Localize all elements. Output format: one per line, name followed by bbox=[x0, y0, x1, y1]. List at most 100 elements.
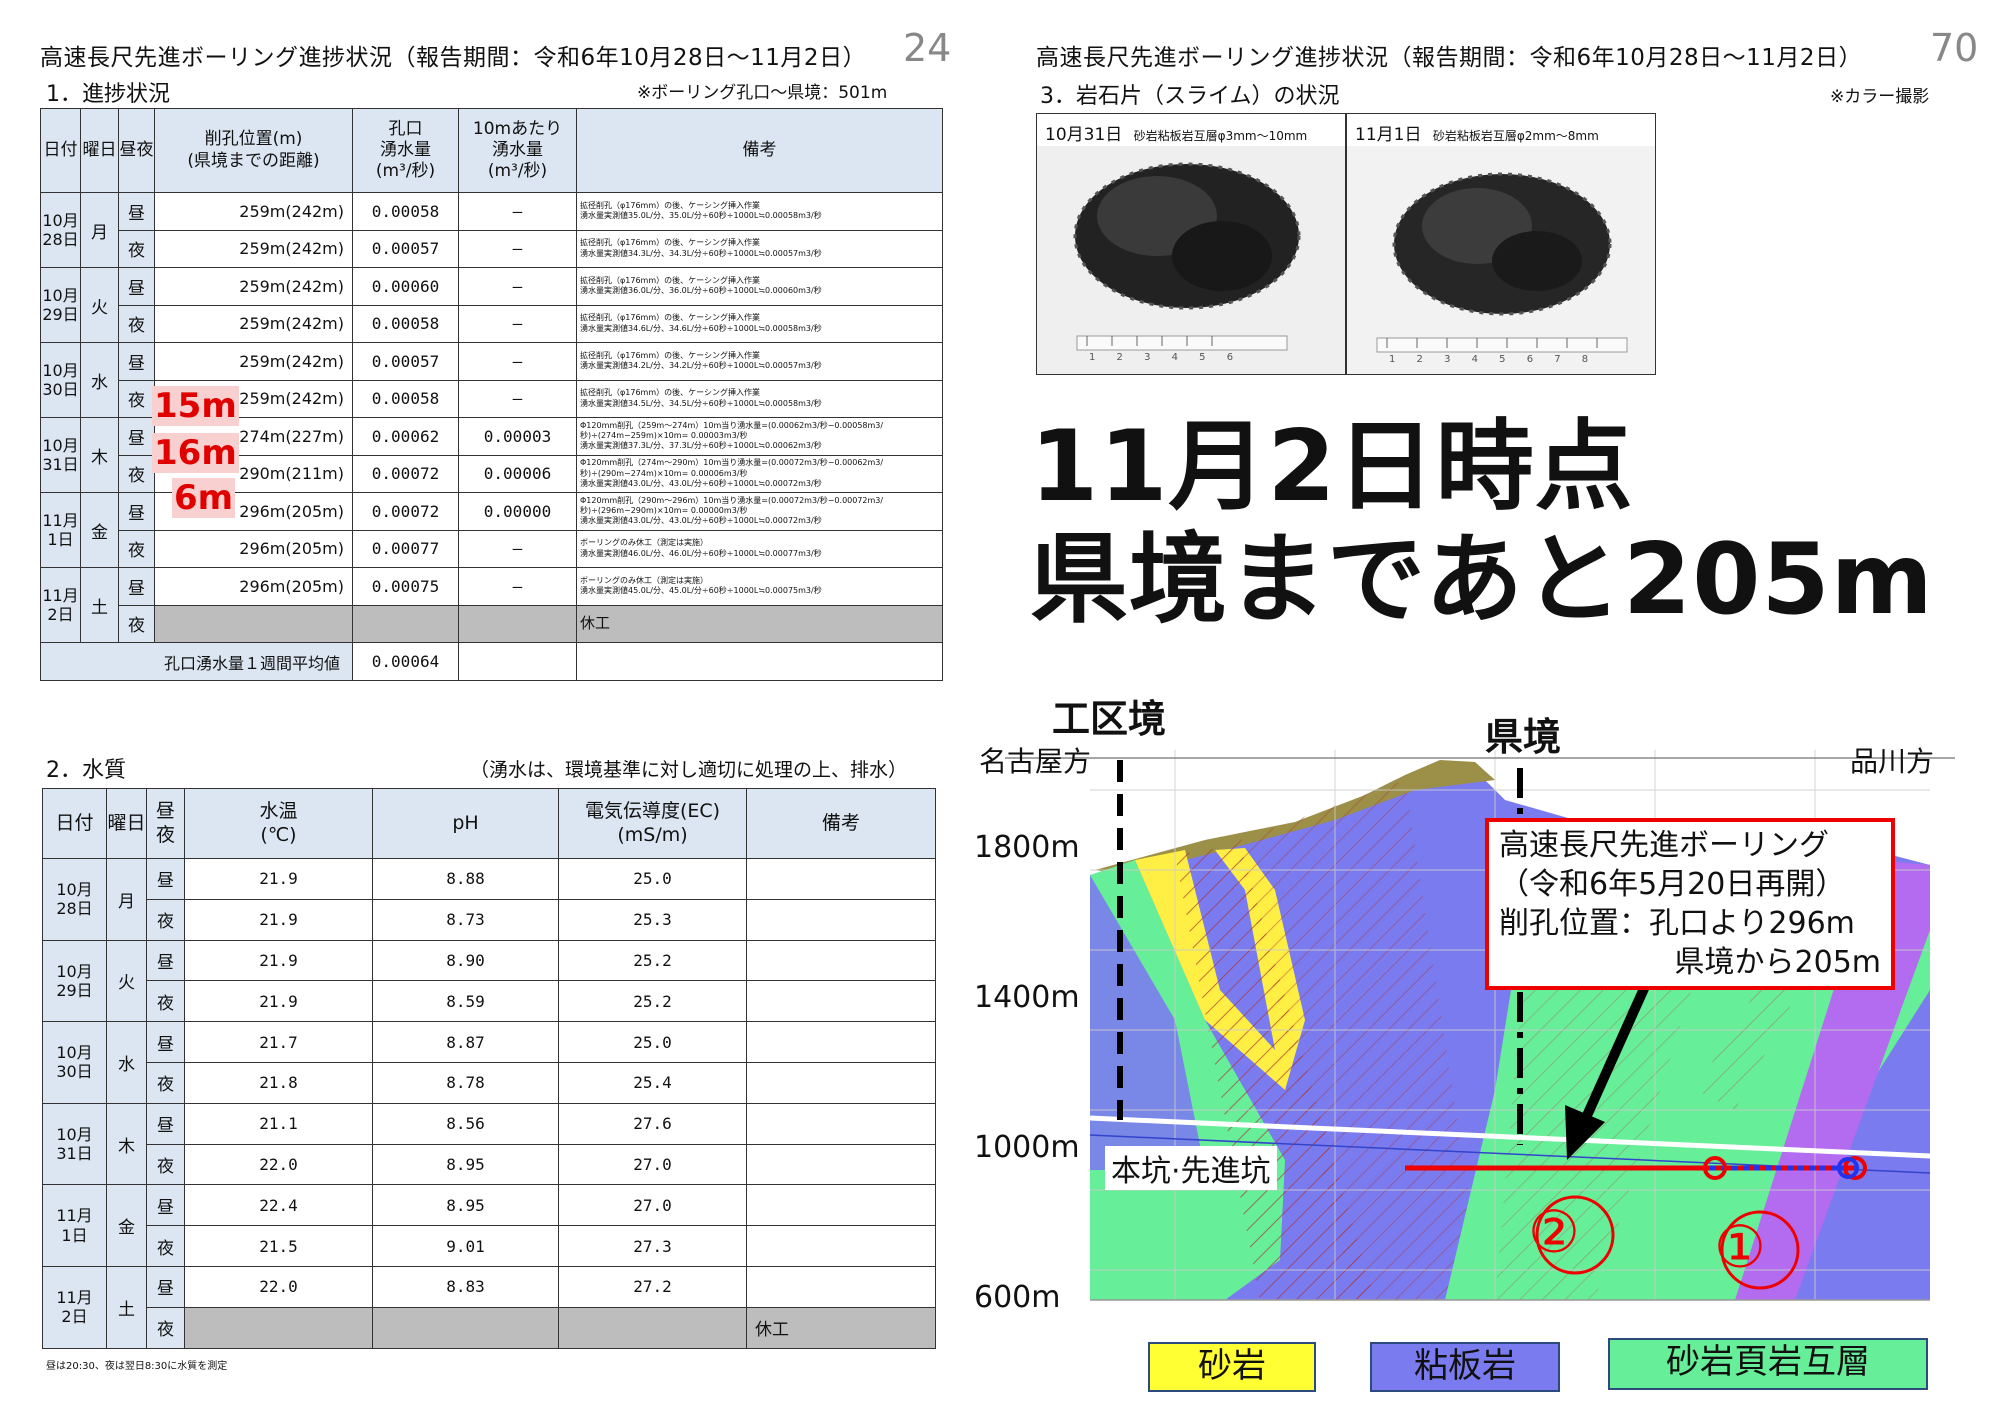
water-ph: 8.59 bbox=[372, 980, 559, 1023]
progress-date: 10月 28日 bbox=[40, 192, 81, 268]
water-dow: 木 bbox=[106, 1102, 147, 1186]
water-remark: 休工 bbox=[746, 1306, 936, 1349]
water-row: 夜 21.9 8.59 25.2 bbox=[43, 980, 936, 1023]
water-ec: 25.2 bbox=[558, 980, 747, 1023]
water-temp: 22.4 bbox=[184, 1184, 373, 1227]
progress-flow: 0.00057 bbox=[352, 229, 459, 268]
water-dow: 火 bbox=[106, 939, 147, 1023]
water-shift: 夜 bbox=[146, 980, 185, 1023]
water-ph: 8.88 bbox=[372, 858, 559, 900]
progress-dow: 土 bbox=[80, 567, 119, 643]
water-remark bbox=[746, 980, 936, 1023]
progress-row: 10月 28日月昼 259m(242m) 0.00058 ― 拡径削孔（φ176mm）の… bbox=[40, 192, 943, 268]
progress-date: 10月 30日 bbox=[40, 342, 81, 418]
progress-row: 夜 296m(205m) 0.00077 ― ボーリングのみ休工（測定は実施） 湧水量実… bbox=[41, 529, 943, 568]
progress-per10m: ― bbox=[458, 304, 577, 343]
progress-remark: 拡径削孔（φ176mm）の後、ケーシング挿入作業 湧水量実測値34.6L/分、3… bbox=[576, 304, 943, 343]
right-page-number: 70 bbox=[1930, 26, 1979, 70]
progress-flow: 0.00062 bbox=[352, 417, 459, 456]
elevation-1400: 1400m bbox=[974, 980, 1080, 1015]
geology-cross-section bbox=[1005, 750, 1955, 1301]
section2-title: 2．水質 bbox=[46, 758, 126, 783]
water-remark bbox=[746, 1143, 936, 1186]
progress-header-0: 日付 bbox=[40, 108, 81, 193]
water-ec: 27.0 bbox=[558, 1143, 747, 1186]
progress-remark: ボーリングのみ休工（測定は実施） 湧水量実測値46.0L/分、46.0L/分÷6… bbox=[576, 529, 943, 568]
water-ec: 25.0 bbox=[558, 1021, 747, 1063]
progress-header-3: 削孔位置(m) (県境までの距離) bbox=[154, 108, 353, 193]
water-header-4: pH bbox=[372, 788, 559, 859]
photo-1-scale: 1 2 3 4 5 6 bbox=[1089, 352, 1234, 363]
water-ph: 8.83 bbox=[372, 1265, 559, 1308]
progress-position: 259m(242m) bbox=[154, 192, 353, 231]
water-shift: 昼 bbox=[146, 858, 185, 900]
progress-shift: 夜 bbox=[118, 229, 155, 268]
water-ec: 27.0 bbox=[558, 1184, 747, 1227]
progress-shift: 夜 bbox=[118, 529, 155, 568]
water-row: 10月 29日火昼 21.9 8.90 25.2 bbox=[42, 939, 936, 1023]
progress-remark: 拡径削孔（φ176mm）の後、ケーシング挿入作業 湧水量実測値34.2L/分、3… bbox=[576, 342, 943, 381]
photo-2-desc: 砂岩粘板岩互層φ2mm〜8mm bbox=[1432, 129, 1599, 143]
progress-position: 259m(242m) bbox=[154, 342, 353, 381]
progress-row: 11月 2日土昼 296m(205m) 0.00075 ― ボーリングのみ休工（測定は実… bbox=[40, 567, 943, 643]
progress-position: 296m(205m) bbox=[154, 567, 353, 606]
water-header-1: 曜日 bbox=[106, 788, 147, 859]
progress-flow: 0.00058 bbox=[352, 379, 459, 418]
photo-1-image: 1 2 3 4 5 6 bbox=[1037, 146, 1345, 374]
water-remark bbox=[746, 939, 936, 982]
water-shift: 夜 bbox=[146, 898, 185, 941]
water-remark bbox=[746, 898, 936, 941]
progress-dow: 月 bbox=[80, 192, 119, 268]
progress-per10m: ― bbox=[458, 267, 577, 306]
water-dow: 金 bbox=[106, 1184, 147, 1267]
water-shift: 夜 bbox=[146, 1061, 185, 1104]
progress-date: 11月 2日 bbox=[40, 567, 81, 643]
water-shift: 夜 bbox=[146, 1225, 185, 1267]
progress-flow: 0.00072 bbox=[352, 492, 459, 531]
progress-flow: 0.00058 bbox=[352, 192, 459, 231]
water-footnote: 昼は20:30、夜は翌日8:30に水質を測定 bbox=[46, 1361, 228, 1372]
headline-remaining: 県境まであと205m bbox=[1030, 523, 1934, 637]
photo-1-date: 10月31日 bbox=[1045, 125, 1123, 145]
water-temp: 21.5 bbox=[184, 1225, 373, 1267]
water-temp: 21.1 bbox=[184, 1102, 373, 1145]
water-ph: 8.73 bbox=[372, 898, 559, 941]
progress-remark: Φ120mm削孔（259m〜274m）10m当り湧水量=(0.00062m3/秒… bbox=[576, 417, 943, 456]
water-dow: 土 bbox=[106, 1265, 147, 1349]
water-temp: 21.8 bbox=[184, 1061, 373, 1104]
water-ec: 25.4 bbox=[558, 1061, 747, 1104]
water-temp: 22.0 bbox=[184, 1265, 373, 1308]
progress-date: 10月 29日 bbox=[40, 267, 81, 343]
water-temp: 21.9 bbox=[184, 858, 373, 900]
progress-row: 10月 30日水昼 259m(242m) 0.00057 ― 拡径削孔（φ176mm）の… bbox=[40, 342, 943, 418]
water-remark bbox=[746, 1021, 936, 1063]
water-row: 夜 21.5 9.01 27.3 bbox=[43, 1225, 936, 1267]
water-shift: 昼 bbox=[146, 1021, 185, 1063]
legend-slate: 粘板岩 bbox=[1370, 1342, 1560, 1392]
progress-shift: 昼 bbox=[118, 342, 155, 381]
progress-shift: 夜 bbox=[118, 379, 155, 418]
progress-remark: 拡径削孔（φ176mm）の後、ケーシング挿入作業 湧水量実測値36.0L/分、3… bbox=[576, 267, 943, 306]
increment-label-2: 6m bbox=[172, 478, 236, 518]
legend-alternating-layers: 砂岩頁岩互層 bbox=[1608, 1338, 1928, 1390]
water-header-6: 備考 bbox=[746, 788, 936, 859]
progress-per10m: ― bbox=[458, 529, 577, 568]
water-ec bbox=[558, 1306, 747, 1349]
progress-remark: Φ120mm削孔（274m〜290m）10m当り湧水量=(0.00072m3/秒… bbox=[576, 454, 943, 493]
water-date: 10月 29日 bbox=[42, 939, 107, 1023]
water-shift: 昼 bbox=[146, 1102, 185, 1145]
water-temp bbox=[184, 1306, 373, 1349]
progress-shift: 夜 bbox=[118, 304, 155, 343]
water-temp: 21.7 bbox=[184, 1021, 373, 1063]
progress-remark: Φ120mm削孔（290m〜296m）10m当り湧水量=(0.00072m3/秒… bbox=[576, 492, 943, 531]
photo-2-date: 11月1日 bbox=[1355, 125, 1422, 145]
progress-dow: 火 bbox=[80, 267, 119, 343]
water-date: 10月 28日 bbox=[42, 858, 107, 941]
section3-title: 3．岩石片（スライム）の状況 bbox=[1040, 84, 1340, 109]
progress-remark: ボーリングのみ休工（測定は実施） 湧水量実測値45.0L/分、45.0L/分÷6… bbox=[576, 567, 943, 606]
label-prefecture-border: 県境 bbox=[1485, 715, 1562, 759]
progress-flow: 0.00057 bbox=[352, 342, 459, 381]
water-ec: 27.3 bbox=[558, 1225, 747, 1267]
water-remark bbox=[746, 1061, 936, 1104]
progress-remark: 拡径削孔（φ176mm）の後、ケーシング挿入作業 湧水量実測値35.0L/分、3… bbox=[576, 192, 943, 231]
